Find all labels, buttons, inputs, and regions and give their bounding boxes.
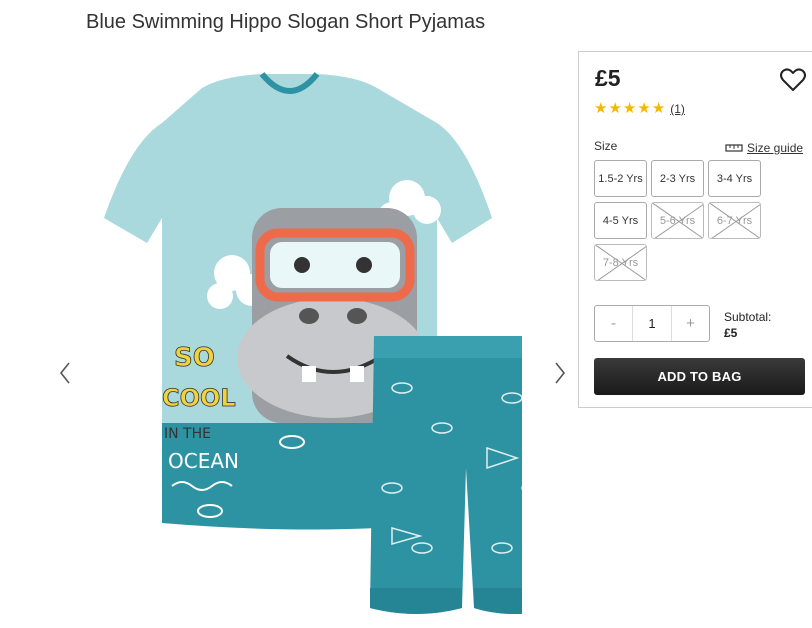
subtotal-value: £5 bbox=[724, 326, 738, 340]
size-option-6-7-yrs[interactable]: 6-7 Yrs bbox=[708, 202, 761, 239]
size-guide-link[interactable]: Size guide bbox=[725, 141, 803, 155]
wishlist-button[interactable] bbox=[779, 66, 807, 94]
chevron-right-icon bbox=[555, 362, 566, 384]
quantity-decrease-button[interactable]: - bbox=[595, 306, 632, 341]
star-icon: ★ bbox=[651, 100, 666, 117]
size-option-4-5-yrs[interactable]: 4-5 Yrs bbox=[594, 202, 647, 239]
subtotal: Subtotal: £5 bbox=[724, 309, 771, 341]
size-option-1-5-2-yrs[interactable]: 1.5-2 Yrs bbox=[594, 160, 647, 197]
chevron-left-icon bbox=[59, 362, 70, 384]
heart-icon bbox=[780, 68, 806, 91]
size-option-2-3-yrs[interactable]: 2-3 Yrs bbox=[651, 160, 704, 197]
star-icon: ★ bbox=[622, 100, 637, 117]
star-icon: ★ bbox=[594, 100, 608, 117]
size-option-7-8-yrs[interactable]: 7-8 Yrs bbox=[594, 244, 647, 281]
product-gallery: SO COOL IN THE OCEAN bbox=[40, 50, 580, 628]
star-icon: ★ bbox=[637, 100, 651, 117]
size-guide-label: Size guide bbox=[747, 141, 804, 155]
purchase-panel: £5 ★ ★ ★ ★ ★ (1) Size Size guide 1.5-2 Y… bbox=[578, 51, 812, 408]
next-image-button[interactable] bbox=[547, 355, 573, 391]
slogan-ocean: OCEAN bbox=[168, 449, 239, 473]
product-title: Blue Swimming Hippo Slogan Short Pyjamas bbox=[86, 11, 486, 33]
size-option-3-4-yrs[interactable]: 3-4 Yrs bbox=[708, 160, 761, 197]
add-to-bag-button[interactable]: ADD TO BAG bbox=[594, 358, 805, 395]
size-option-5-6-yrs[interactable]: 5-6 Yrs bbox=[651, 202, 704, 239]
subtotal-label: Subtotal: bbox=[724, 310, 772, 324]
review-count-link[interactable]: (1) bbox=[670, 102, 685, 116]
slogan-cool: COOL bbox=[162, 384, 236, 412]
quantity-input[interactable]: 1 bbox=[632, 306, 672, 341]
ruler-icon bbox=[725, 144, 743, 152]
star-icon: ★ bbox=[608, 100, 622, 117]
prev-image-button[interactable] bbox=[52, 355, 78, 391]
product-image: SO COOL IN THE OCEAN bbox=[104, 72, 522, 614]
slogan-in-the: IN THE bbox=[164, 426, 211, 442]
slogan-so: SO bbox=[174, 343, 215, 373]
size-label: Size bbox=[594, 139, 618, 153]
quantity-increase-button[interactable]: + bbox=[672, 306, 709, 341]
product-rating: ★ ★ ★ ★ ★ (1) bbox=[594, 101, 685, 117]
price: £5 bbox=[595, 65, 621, 91]
quantity-stepper: - 1 + bbox=[594, 305, 710, 342]
